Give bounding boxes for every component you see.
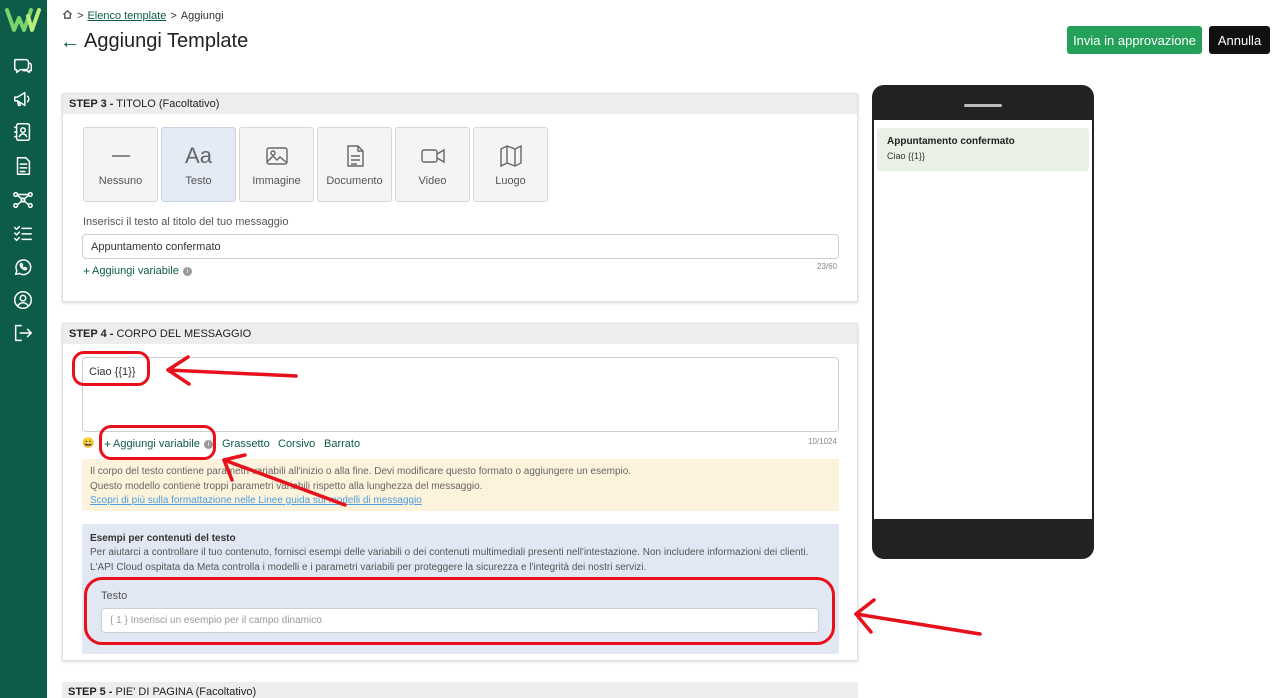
document-icon[interactable] bbox=[12, 155, 34, 177]
guidelines-link[interactable]: Scopri di più sulla formattazione nelle … bbox=[90, 494, 831, 509]
text-icon: Aa bbox=[185, 142, 212, 168]
step4-header: STEP 4 - CORPO DEL MESSAGGIO bbox=[63, 324, 857, 344]
emoji-icon[interactable]: 😀 bbox=[82, 438, 94, 449]
phone-preview: Appuntamento confermato Ciao {{1}} bbox=[872, 85, 1094, 559]
annotation-circle-body bbox=[72, 351, 150, 386]
contacts-icon[interactable] bbox=[12, 121, 34, 143]
breadcrumb: > Elenco template > Aggiungi bbox=[62, 9, 224, 23]
type-label: Nessuno bbox=[98, 174, 143, 187]
step5-title: PIE' DI PAGINA (Facoltativo) bbox=[115, 686, 257, 698]
bold-format-button[interactable]: Grassetto bbox=[222, 438, 270, 450]
brand-logo[interactable] bbox=[5, 6, 41, 34]
megaphone-icon[interactable] bbox=[12, 88, 34, 110]
submit-approval-button[interactable]: Invia in approvazione bbox=[1067, 26, 1202, 54]
logout-icon[interactable] bbox=[12, 322, 34, 344]
add-variable-label: Aggiungi variabile bbox=[92, 265, 179, 277]
breadcrumb-sep: > bbox=[77, 10, 84, 22]
breadcrumb-templates-link[interactable]: Elenco template bbox=[87, 10, 166, 22]
map-icon bbox=[499, 144, 522, 167]
phone-speaker bbox=[964, 104, 1002, 107]
title-input[interactable]: Appuntamento confermato bbox=[82, 234, 839, 259]
home-icon[interactable] bbox=[62, 9, 73, 23]
video-icon bbox=[420, 148, 445, 163]
type-none-tile[interactable]: Nessuno bbox=[83, 127, 158, 202]
document-icon bbox=[346, 144, 364, 167]
flow-icon[interactable] bbox=[12, 189, 34, 211]
title-char-counter: 23/60 bbox=[817, 262, 838, 271]
annotation-circle-add-variable bbox=[99, 425, 216, 460]
body-char-counter: 10/1024 bbox=[808, 437, 837, 446]
type-image-tile[interactable]: Immagine bbox=[239, 127, 314, 202]
warning-text: Il corpo del testo contiene parametri va… bbox=[90, 466, 632, 477]
step3-card: STEP 3 - TITOLO (Facoltativo) Nessuno Aa… bbox=[62, 93, 858, 302]
sidebar bbox=[0, 0, 47, 698]
user-icon[interactable] bbox=[12, 289, 34, 311]
add-variable-title-button[interactable]: + Aggiungi variabile i bbox=[83, 264, 192, 278]
annotation-circle-example bbox=[84, 577, 835, 645]
step3-title: TITOLO (Facoltativo) bbox=[116, 98, 220, 110]
step4-title: CORPO DEL MESSAGGIO bbox=[116, 328, 252, 340]
type-location-tile[interactable]: Luogo bbox=[473, 127, 548, 202]
title-field-label: Inserisci il testo al titolo del tuo mes… bbox=[83, 216, 289, 228]
type-video-tile[interactable]: Video bbox=[395, 127, 470, 202]
step5-number: STEP 5 - bbox=[68, 686, 113, 698]
info-icon[interactable]: i bbox=[182, 266, 192, 276]
step3-number: STEP 3 - bbox=[69, 98, 114, 110]
dash-icon bbox=[111, 154, 130, 157]
breadcrumb-sep: > bbox=[170, 10, 177, 22]
body-textarea[interactable]: Ciao {{1}} bbox=[82, 357, 839, 432]
strike-format-button[interactable]: Barrato bbox=[324, 438, 360, 450]
examples-title: Esempi per contenuti del testo bbox=[90, 533, 236, 544]
whatsapp-icon[interactable] bbox=[12, 256, 34, 278]
type-label: Immagine bbox=[252, 174, 301, 187]
message-preview-bubble: Appuntamento confermato Ciao {{1}} bbox=[877, 128, 1089, 171]
annotation-arrow bbox=[854, 612, 982, 636]
warning-box: Il corpo del testo contiene parametri va… bbox=[82, 459, 839, 511]
warning-text: Questo modello contiene troppi parametri… bbox=[90, 480, 483, 492]
plus-icon: + bbox=[83, 264, 91, 278]
breadcrumb-current: Aggiungi bbox=[180, 10, 224, 22]
examples-description: Per aiutarci a controllare il tuo conten… bbox=[90, 547, 809, 573]
back-arrow-icon[interactable]: ← bbox=[60, 32, 80, 52]
type-label: Testo bbox=[185, 174, 212, 187]
italic-format-button[interactable]: Corsivo bbox=[278, 438, 315, 450]
step5-header: STEP 5 - PIE' DI PAGINA (Facoltativo) bbox=[62, 682, 858, 698]
page-title-text: Aggiungi Template bbox=[84, 30, 249, 52]
phone-screen: Appuntamento confermato Ciao {{1}} bbox=[874, 120, 1092, 519]
preview-body: Ciao {{1}} bbox=[887, 151, 926, 161]
annotation-arrow-head bbox=[854, 598, 876, 634]
type-text-tile[interactable]: Aa Testo bbox=[161, 127, 236, 202]
type-label: Video bbox=[418, 174, 447, 187]
type-document-tile[interactable]: Documento bbox=[317, 127, 392, 202]
type-label: Luogo bbox=[495, 174, 526, 187]
step3-header: STEP 3 - TITOLO (Facoltativo) bbox=[63, 94, 857, 114]
step4-number: STEP 4 - bbox=[69, 328, 114, 340]
image-icon bbox=[265, 146, 288, 165]
preview-title: Appuntamento confermato bbox=[887, 136, 1015, 147]
checklist-icon[interactable] bbox=[12, 222, 34, 244]
cancel-button[interactable]: Annulla bbox=[1209, 26, 1270, 54]
chat-icon[interactable] bbox=[12, 55, 34, 77]
header-type-selector: Nessuno Aa Testo Immagine Documento Vide… bbox=[83, 127, 548, 202]
page-title: ← Aggiungi Template bbox=[60, 30, 248, 53]
type-label: Documento bbox=[326, 174, 383, 187]
